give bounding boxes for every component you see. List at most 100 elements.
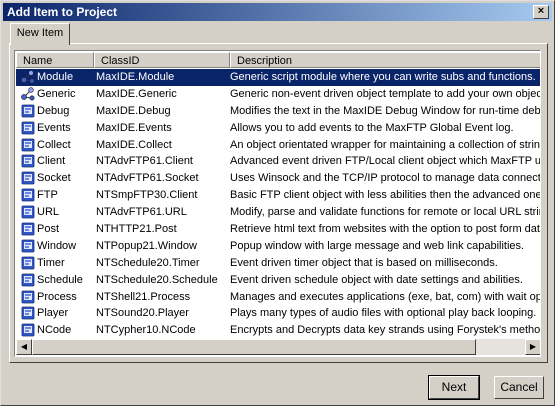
item-name-cell: FTP [18, 187, 90, 204]
item-name: Module [37, 69, 74, 86]
generic-icon [21, 87, 35, 101]
item-name-cell: Collect [18, 137, 90, 154]
list-header: Name ClassID Description [16, 52, 540, 68]
scroll-thumb[interactable] [32, 339, 476, 355]
item-description: Uses Winsock and the TCP/IP protocol to … [230, 172, 541, 185]
item-description: Plays many types of audio files with opt… [230, 307, 537, 320]
horizontal-scrollbar[interactable]: ◀ ▶ [16, 339, 540, 355]
cancel-button[interactable]: Cancel [494, 376, 544, 399]
item-name-cell: Client [18, 153, 90, 170]
item-name-cell: Window [18, 238, 90, 255]
item-description: Event driven schedule object with date s… [230, 273, 523, 286]
object-icon [21, 256, 35, 270]
object-icon [21, 154, 35, 168]
module-icon [21, 70, 35, 84]
item-list[interactable]: Name ClassID Description Module MaxIDE.Mo… [14, 50, 541, 357]
object-icon [21, 188, 35, 202]
title-bar[interactable]: Add Item to Project × [3, 3, 552, 21]
item-description: Advanced event driven FTP/Local client o… [230, 155, 541, 168]
list-item[interactable]: FTP NTSmpFTP30.Client Basic FTP client obj… [16, 187, 541, 204]
next-button-label: Next [441, 380, 467, 394]
item-classid: NTSound20.Player [96, 307, 189, 320]
item-classid: MaxIDE.Collect [96, 138, 172, 151]
item-name: Debug [37, 104, 70, 117]
item-classid: MaxIDE.Debug [96, 104, 171, 117]
next-button[interactable]: Next [428, 375, 480, 400]
item-description: Modifies the text in the MaxIDE Debug Wi… [230, 104, 541, 117]
item-name: URL [37, 206, 60, 219]
item-name: Generic [37, 87, 76, 100]
item-name: Process [37, 290, 77, 303]
list-item[interactable]: Process NTShell21.Process Manages and exec… [16, 289, 541, 306]
object-icon [21, 222, 35, 236]
list-item[interactable]: Socket NTAdvFTP61.Socket Uses Winsock and … [16, 170, 541, 187]
item-name: Collect [37, 138, 71, 151]
column-header-description[interactable]: Description [230, 52, 540, 68]
list-item[interactable]: Collect MaxIDE.Collect An object orientate… [16, 137, 541, 154]
object-icon [21, 104, 35, 118]
item-name: Window [37, 239, 77, 252]
window-title: Add Item to Project [7, 5, 118, 19]
list-item[interactable]: URL NTAdvFTP61.URL Modify, parse and valid… [16, 204, 540, 221]
item-classid: NTHTTP21.Post [96, 223, 177, 236]
item-classid: NTSchedule20.Schedule [96, 273, 218, 286]
item-name: Schedule [37, 273, 83, 286]
item-description: Encrypts and Decrypts data key strands u… [230, 324, 541, 337]
item-name: FTP [37, 189, 58, 202]
object-icon [21, 171, 35, 185]
item-classid: NTSmpFTP30.Client [96, 189, 198, 202]
item-name: Client [37, 155, 66, 168]
close-button[interactable]: × [533, 5, 549, 19]
list-item[interactable]: Generic MaxIDE.Generic Generic non-event d… [16, 86, 541, 103]
item-description: Generic non-event driven object template… [230, 87, 541, 100]
item-name-cell: Socket [18, 170, 90, 187]
list-item[interactable]: Events MaxIDE.Events Allows you to add eve… [16, 120, 540, 137]
item-classid: NTAdvFTP61.Socket [96, 172, 199, 185]
tab-new-item[interactable]: New Item [10, 23, 70, 45]
item-description: Allows you to add events to the MaxFTP G… [230, 121, 514, 134]
scroll-left-button[interactable]: ◀ [16, 339, 32, 355]
object-icon [21, 306, 35, 320]
item-name-cell: Process [18, 289, 90, 306]
list-item[interactable]: Debug MaxIDE.Debug Modifies the text in th… [16, 103, 541, 120]
column-header-classid[interactable]: ClassID [94, 52, 230, 68]
item-classid: NTPopup21.Window [96, 239, 197, 252]
item-classid: NTShell21.Process [96, 290, 191, 303]
item-description: Manages and executes applications (exe, … [230, 290, 541, 303]
item-description: Basic FTP client object with less abilit… [230, 189, 541, 202]
item-name: NCode [37, 324, 72, 337]
item-name-cell: Schedule [18, 272, 90, 289]
item-classid: MaxIDE.Generic [96, 87, 177, 100]
item-description: Retrieve html text from websites with th… [230, 223, 541, 236]
item-name-cell: Events [18, 120, 90, 137]
list-item[interactable]: Player NTSound20.Player Plays many types o… [16, 305, 540, 322]
item-name-cell: NCode [18, 322, 90, 339]
item-name: Post [37, 223, 60, 236]
column-header-name[interactable]: Name [16, 52, 94, 68]
item-name: Timer [37, 256, 65, 269]
object-icon [21, 205, 35, 219]
item-name-cell: Player [18, 305, 90, 322]
item-classid: NTAdvFTP61.URL [96, 206, 187, 219]
item-classid: NTCypher10.NCode [96, 324, 196, 337]
list-item[interactable]: Schedule NTSchedule20.Schedule Event drive… [16, 272, 540, 289]
item-name-cell: Generic [18, 86, 90, 103]
list-item[interactable]: NCode NTCypher10.NCode Encrypts and Decryp… [16, 322, 541, 339]
item-description: An object orientated wrapper for maintai… [230, 138, 541, 151]
item-name: Player [37, 307, 69, 320]
object-icon [21, 323, 35, 337]
item-name-cell: Timer [18, 255, 90, 272]
item-classid: MaxIDE.Module [96, 69, 230, 86]
list-item[interactable]: Client NTAdvFTP61.Client Advanced event dr… [16, 153, 541, 170]
item-name: Events [37, 121, 71, 134]
item-description: Event driven timer object that is based … [230, 256, 498, 269]
scroll-right-button[interactable]: ▶ [525, 339, 540, 355]
list-item[interactable]: Window NTPopup21.Window Popup window with … [16, 238, 540, 255]
object-icon [21, 138, 35, 152]
item-description: Generic script module where you can writ… [230, 69, 540, 86]
list-item[interactable]: Timer NTSchedule20.Timer Event driven time… [16, 255, 540, 272]
object-icon [21, 273, 35, 287]
list-item[interactable]: Module MaxIDE.Module Generic script module… [16, 69, 540, 86]
list-item[interactable]: Post NTHTTP21.Post Retrieve html text from… [16, 221, 541, 238]
item-classid: MaxIDE.Events [96, 121, 172, 134]
